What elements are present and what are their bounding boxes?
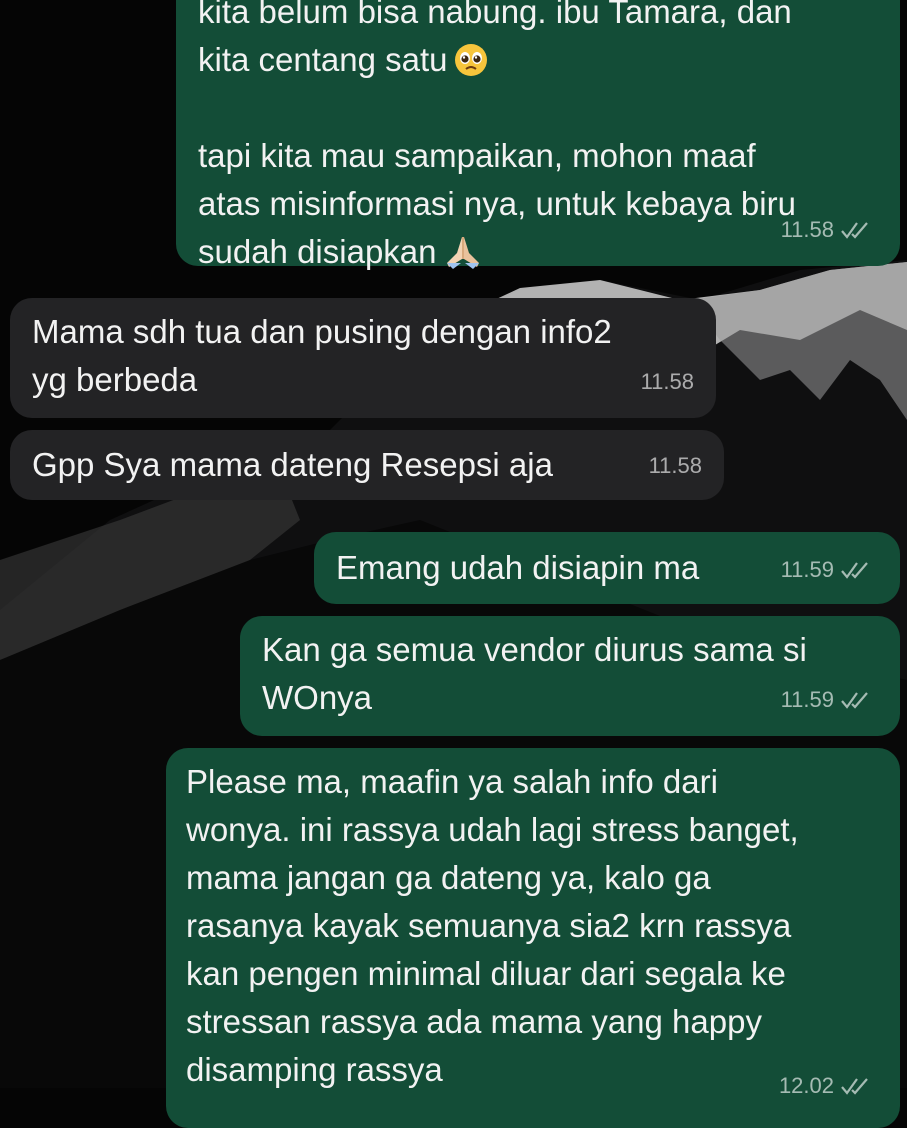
message-time: 11.58: [640, 369, 694, 394]
message-text: Mama sdh tua dan pusing dengan info2: [32, 313, 612, 350]
message-text: [198, 84, 876, 132]
message-bubble-outgoing[interactable]: Emang udah disiapin ma 11.59: [314, 532, 900, 604]
double-check-icon: [841, 692, 868, 709]
message-text: kita belum bisa nabung. ibu Tamara, dan: [198, 0, 792, 30]
message-text: tapi kita mau sampaikan, mohon maaf: [198, 137, 756, 174]
message-time: 11.58: [648, 453, 702, 478]
message-text: wonya. ini rassya udah lagi stress bange…: [186, 811, 799, 848]
message-text: Gpp Sya mama dateng Resepsi aja: [32, 446, 553, 483]
message-text: yg berbeda: [32, 361, 198, 398]
message-meta: 12.02: [779, 1062, 872, 1110]
message-meta: 11.58: [641, 358, 694, 406]
message-bubble-incoming[interactable]: Gpp Sya mama dateng Resepsi aja 11.58: [10, 430, 724, 500]
message-meta: 11.59: [781, 546, 872, 594]
message-text: mama jangan ga dateng ya, kalo ga: [186, 859, 711, 896]
message-meta: 11.59: [781, 676, 872, 724]
pleading-face-emoji-icon: [454, 44, 487, 76]
message-bubble-incoming[interactable]: Mama sdh tua dan pusing dengan info2 yg …: [10, 298, 716, 418]
message-text: disamping rassya: [186, 1051, 443, 1088]
double-check-icon: [841, 1078, 868, 1095]
message-bubble-outgoing[interactable]: Please ma, maafin ya salah info dari won…: [166, 748, 900, 1128]
message-bubble-outgoing[interactable]: Kan ga semua vendor diurus sama si WOnya…: [240, 616, 900, 736]
message-bubble-outgoing[interactable]: kita belum bisa nabung. ibu Tamara, dan …: [176, 0, 900, 270]
message-text: Kan ga semua vendor diurus sama si: [262, 631, 807, 668]
message-text: atas misinformasi nya, untuk kebaya biru: [198, 185, 796, 222]
folded-hands-emoji-icon: [446, 237, 479, 269]
message-text: kita centang satu: [198, 36, 876, 84]
message-text: stressan rassya ada mama yang happy: [186, 1003, 762, 1040]
message-text: sudah disiapkan: [198, 228, 876, 276]
message-time: 12.02: [778, 1073, 834, 1098]
double-check-icon: [841, 222, 868, 239]
message-time: 11.59: [780, 557, 834, 582]
message-time: 11.59: [780, 687, 834, 712]
message-text: rasanya kayak semuanya sia2 krn rassya: [186, 907, 792, 944]
message-text: Please ma, maafin ya salah info dari: [186, 763, 718, 800]
message-meta: 11.58: [781, 206, 872, 254]
message-meta: 11.58: [649, 442, 702, 490]
double-check-icon: [841, 562, 868, 579]
message-time: 11.58: [780, 217, 834, 242]
message-text: kan pengen minimal diluar dari segala ke: [186, 955, 786, 992]
